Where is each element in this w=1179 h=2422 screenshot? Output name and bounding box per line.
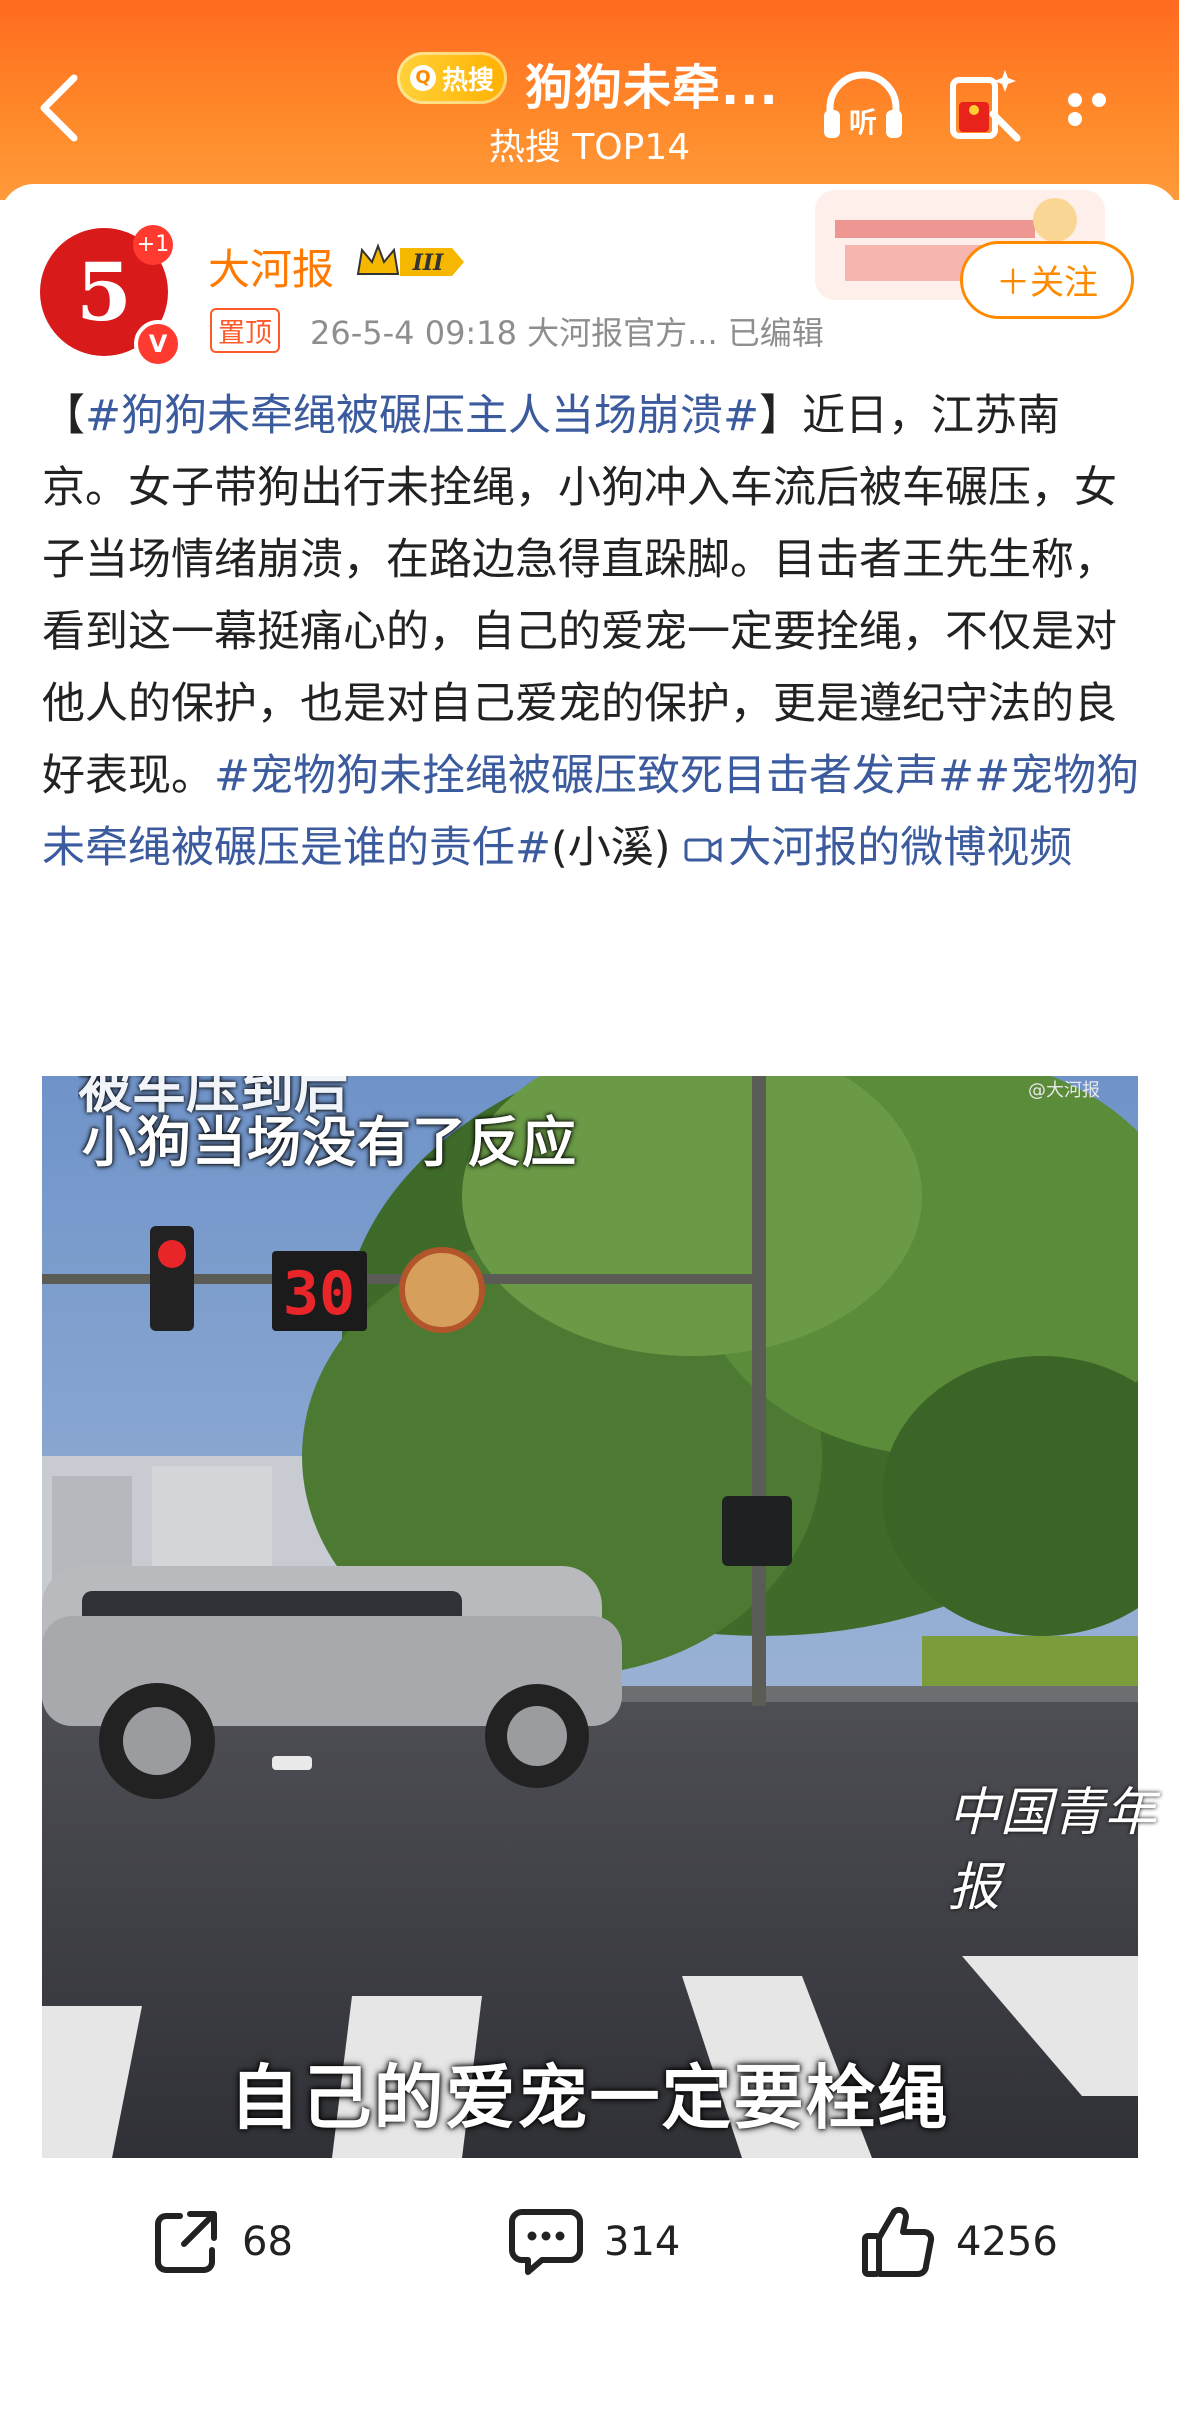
hashtag-link[interactable]: #狗狗未牵绳被碾压主人当场崩溃#: [85, 391, 759, 441]
headphones-icon: 听: [824, 71, 902, 139]
more-options-button[interactable]: [1068, 92, 1138, 126]
pinned-badge: 置顶: [210, 308, 280, 353]
svg-text:30: 30: [283, 1259, 355, 1329]
hot-search-badge[interactable]: Q 热搜: [397, 52, 507, 104]
like-count: 4256: [956, 2219, 1058, 2265]
author-name[interactable]: 大河报: [208, 236, 334, 297]
comment-button[interactable]: 314: [508, 2202, 680, 2282]
crown-level-icon: III: [356, 243, 464, 276]
more-dot-icon: [1092, 93, 1106, 107]
listen-button[interactable]: 听: [818, 66, 908, 146]
thumbs-up-icon: [862, 2206, 935, 2277]
brand-watermark: 中国青年报: [948, 1783, 1157, 1918]
video-link[interactable]: 大河报的微博视频: [684, 823, 1072, 873]
video-frame-image: 30: [42, 1076, 1138, 2158]
verified-badge-icon: V: [134, 320, 182, 368]
post-text: 【#狗狗未牵绳被碾压主人当场崩溃#】近日，江苏南京。女子带狗出行未拴绳，小狗冲入…: [42, 391, 1140, 873]
video-player[interactable]: 30: [42, 1076, 1138, 2158]
post-meta: 26-5-4 09:18 大河报官方... 已编辑: [310, 314, 824, 352]
more-dot-icon: [1068, 112, 1082, 126]
repost-count: 68: [242, 2219, 293, 2265]
video-overlay-text: 小狗当场没有了反应: [82, 1111, 577, 1174]
more-dot-icon: [1068, 93, 1082, 107]
video-watermark: @大河报: [1028, 1080, 1100, 1101]
post-action-bar: 68 314 4256: [0, 2160, 1179, 2422]
comment-count: 314: [604, 2219, 681, 2265]
red-packet-icon: [950, 70, 1021, 142]
comment-icon: [509, 2209, 583, 2275]
post-body-text: 近日，江苏南京。女子带狗出行未拴绳，小狗冲入车流后被车碾压，女子当场情绪崩溃，在…: [42, 391, 1117, 801]
like-button[interactable]: 4256: [860, 2202, 1058, 2282]
repost-icon: [155, 2211, 217, 2273]
red-packet-search-button[interactable]: [945, 62, 1025, 146]
search-icon: Q: [409, 65, 436, 91]
video-icon: [684, 837, 722, 863]
hashtag-link[interactable]: #宠物狗未拴绳被碾压致死目击者发声#: [214, 751, 974, 801]
plus-one-badge: +1: [133, 225, 173, 265]
follow-button[interactable]: ＋关注: [960, 241, 1134, 319]
repost-button[interactable]: 68: [150, 2202, 293, 2282]
video-caption: 自己的爱宠一定要栓绳: [229, 2057, 950, 2139]
page-title: 狗狗未牵...: [525, 60, 779, 116]
svg-text:听: 听: [849, 106, 877, 139]
svg-text:III: III: [412, 250, 445, 276]
